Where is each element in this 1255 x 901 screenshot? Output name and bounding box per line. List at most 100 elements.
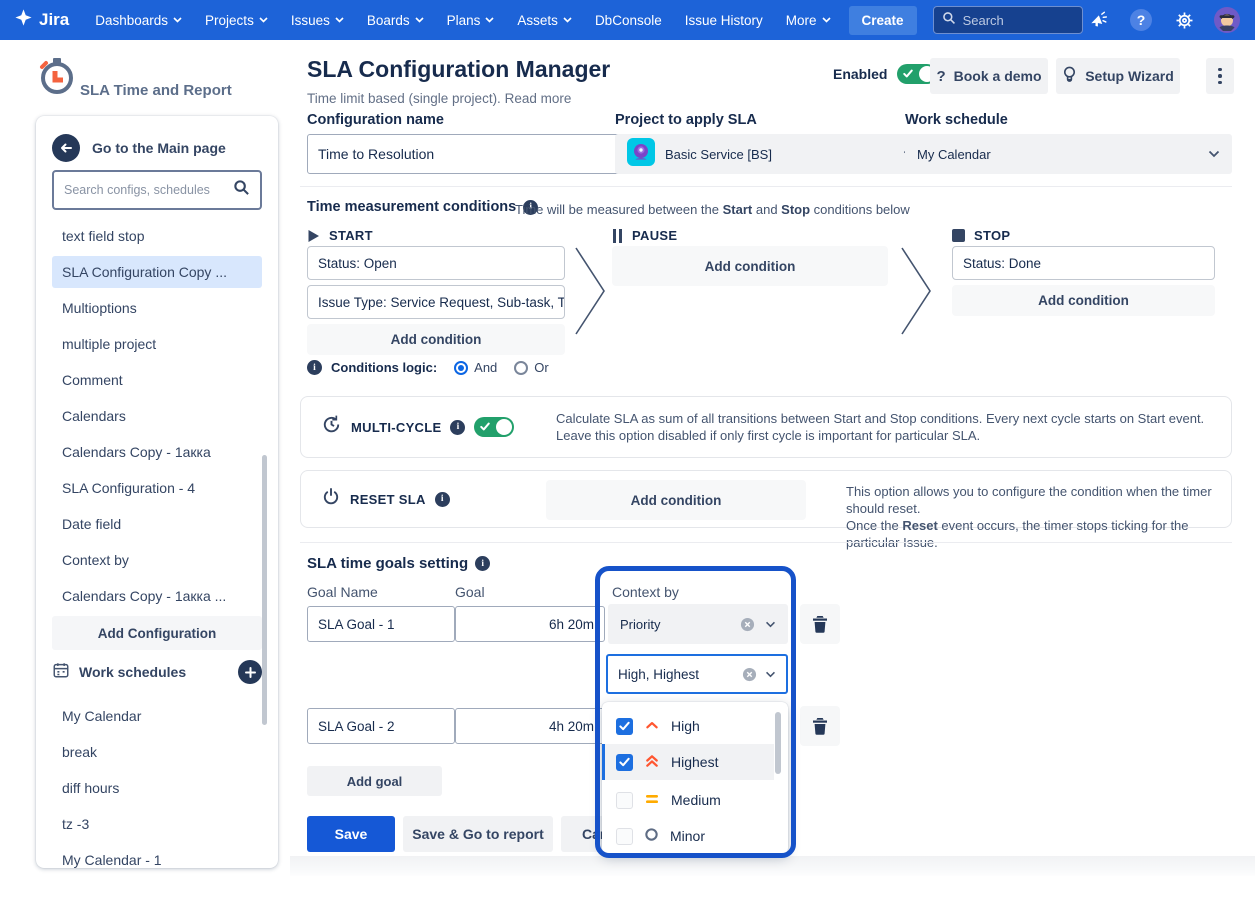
project-select[interactable]: Basic Service [BS]: [615, 134, 927, 174]
read-more-link[interactable]: Read more: [505, 91, 572, 106]
schedule-select[interactable]: My Calendar: [905, 134, 1232, 174]
sidebar-search[interactable]: [52, 170, 262, 210]
delete-goal-button[interactable]: [800, 604, 840, 644]
schedule-item[interactable]: My Calendar: [52, 700, 262, 732]
schedule-item[interactable]: diff hours: [52, 772, 262, 804]
goal-value-input[interactable]: [455, 708, 605, 744]
chevron-down-icon: [765, 621, 776, 628]
nav-more[interactable]: More: [786, 13, 831, 28]
option-medium[interactable]: Medium: [602, 782, 774, 818]
config-item[interactable]: text field stop: [52, 220, 262, 252]
create-button[interactable]: Create: [849, 6, 917, 35]
chevron-down-icon: [415, 17, 424, 23]
option-highest[interactable]: Highest: [602, 744, 774, 780]
config-item[interactable]: Context by: [52, 544, 262, 576]
book-demo-button[interactable]: Book a demo: [930, 58, 1048, 94]
multi-cycle-label: MULTI-CYCLE: [351, 420, 441, 435]
config-item[interactable]: Multioptions: [52, 292, 262, 324]
option-high[interactable]: High: [602, 708, 774, 744]
schedule-item[interactable]: My Calendar - 1: [52, 844, 262, 876]
nav-projects[interactable]: Projects: [205, 13, 268, 28]
reset-sla-card: RESET SLA Add condition This option allo…: [300, 470, 1232, 528]
schedule-item[interactable]: tz -3: [52, 808, 262, 840]
logic-or-radio[interactable]: Or: [514, 360, 548, 375]
user-avatar[interactable]: [1213, 6, 1241, 34]
context-values-select[interactable]: High, Highest: [606, 654, 788, 694]
config-item[interactable]: Date field: [52, 508, 262, 540]
help-icon[interactable]: [1127, 6, 1155, 34]
add-goal-button[interactable]: Add goal: [307, 766, 442, 796]
config-item[interactable]: Calendars: [52, 400, 262, 432]
delete-goal-button[interactable]: [800, 706, 840, 746]
info-icon[interactable]: [450, 420, 465, 435]
save-button[interactable]: Save: [307, 816, 395, 852]
jira-logo[interactable]: Jira: [14, 8, 69, 32]
info-icon[interactable]: [475, 556, 490, 571]
nav-boards[interactable]: Boards: [367, 13, 424, 28]
config-name-input[interactable]: [307, 134, 637, 174]
announcement-icon[interactable]: [1084, 6, 1112, 34]
chevron-down-icon: [765, 671, 776, 678]
info-icon[interactable]: [307, 360, 322, 375]
setup-wizard-label: Setup Wizard: [1085, 68, 1174, 84]
nav-plans[interactable]: Plans: [447, 13, 495, 28]
option-minor[interactable]: Minor: [602, 818, 774, 854]
more-actions-button[interactable]: [1206, 58, 1234, 94]
chevron-down-icon: [173, 17, 182, 23]
multi-cycle-card: MULTI-CYCLE Calculate SLA as sum of all …: [300, 396, 1232, 458]
setup-wizard-button[interactable]: Setup Wizard: [1056, 58, 1180, 94]
plugin-logo-text: SLA Time and Report: [80, 82, 232, 101]
nav-dbconsole[interactable]: DbConsole: [595, 13, 662, 28]
config-item[interactable]: Calendars Copy - 1акка ...: [52, 580, 262, 612]
reset-sla-description: This option allows you to configure the …: [846, 483, 1231, 551]
logic-and-radio[interactable]: And: [454, 360, 497, 375]
divider: [300, 186, 1232, 187]
work-schedules-header: Work schedules: [52, 660, 262, 684]
add-schedule-button[interactable]: [238, 660, 262, 684]
schedule-item[interactable]: break: [52, 736, 262, 768]
nav-search-input[interactable]: [963, 13, 1063, 28]
check-icon: [480, 422, 490, 431]
pause-add-condition-button[interactable]: Add condition: [612, 246, 888, 286]
gear-icon[interactable]: [1170, 6, 1198, 34]
clear-icon[interactable]: [742, 667, 757, 682]
dropdown-scrollbar[interactable]: [775, 712, 781, 774]
nav-search[interactable]: [933, 6, 1083, 34]
nav-assets[interactable]: Assets: [517, 13, 572, 28]
save-go-report-button[interactable]: Save & Go to report: [403, 816, 553, 852]
config-item[interactable]: Calendars Copy - 1акка: [52, 436, 262, 468]
sidebar-search-input[interactable]: [64, 183, 227, 197]
reset-add-condition-button[interactable]: Add condition: [546, 480, 806, 520]
schedule-label: Work schedule: [905, 112, 1008, 128]
info-icon[interactable]: [435, 492, 450, 507]
back-to-main-link[interactable]: Go to the Main page: [52, 134, 226, 162]
sidebar-scrollbar[interactable]: [262, 455, 267, 725]
clear-icon[interactable]: [740, 617, 755, 632]
goal-name-input[interactable]: [307, 708, 455, 744]
chevron-down-icon: [822, 17, 831, 23]
checkbox-unchecked[interactable]: [616, 828, 633, 845]
config-item[interactable]: Comment: [52, 364, 262, 396]
config-item[interactable]: SLA Configuration - 4: [52, 472, 262, 504]
start-condition-chip[interactable]: Status: Open: [307, 246, 565, 280]
goal-name-input[interactable]: [307, 606, 455, 642]
add-configuration-button[interactable]: Add Configuration: [52, 616, 262, 650]
conditions-title: Time measurement conditions: [307, 199, 538, 215]
stop-condition-chip[interactable]: Status: Done: [952, 246, 1215, 280]
multi-cycle-toggle[interactable]: [474, 417, 514, 437]
config-item-active[interactable]: SLA Configuration Copy ...: [52, 256, 262, 288]
priority-options-dropdown: High Highest Medium Minor: [602, 702, 788, 854]
nav-dashboards[interactable]: Dashboards: [95, 13, 182, 28]
checkbox-checked[interactable]: [616, 754, 633, 771]
config-item[interactable]: multiple project: [52, 328, 262, 360]
nav-issue-history[interactable]: Issue History: [685, 13, 763, 28]
start-condition-chip[interactable]: Issue Type: Service Request, Sub-task, T…: [307, 285, 565, 319]
nav-issues[interactable]: Issues: [291, 13, 344, 28]
checkbox-unchecked[interactable]: [616, 792, 633, 809]
checkbox-checked[interactable]: [616, 718, 633, 735]
stop-add-condition-button[interactable]: Add condition: [952, 285, 1215, 316]
nav-menu: Dashboards Projects Issues Boards Plans …: [95, 13, 830, 28]
context-field-select[interactable]: Priority: [608, 604, 788, 644]
goal-value-input[interactable]: [455, 606, 605, 642]
start-add-condition-button[interactable]: Add condition: [307, 324, 565, 355]
